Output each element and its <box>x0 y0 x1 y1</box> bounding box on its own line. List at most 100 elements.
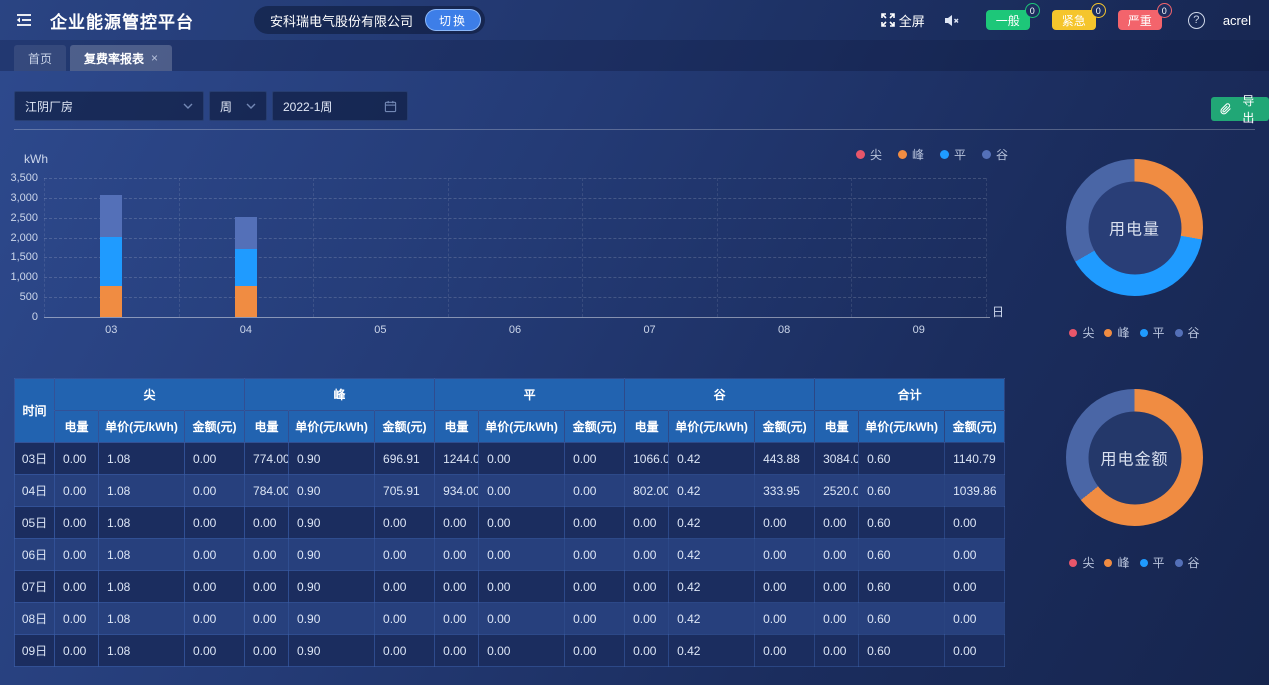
table-cell: 0.00 <box>435 539 479 571</box>
tab-1[interactable]: 复费率报表 × <box>70 45 172 71</box>
legend-item-平[interactable]: 平 <box>1140 324 1165 341</box>
donut-cost-legend: 尖峰平谷 <box>1066 554 1203 571</box>
alarm-chip-0[interactable]: 一般0 <box>986 10 1030 30</box>
legend-item-谷[interactable]: 谷 <box>982 146 1008 163</box>
export-label: 导出 <box>1237 92 1260 126</box>
calendar-icon <box>384 100 397 113</box>
y-axis-tick-label: 1,000 <box>2 271 38 283</box>
table-cell: 0.00 <box>185 507 245 539</box>
fullscreen-button[interactable]: 全屏 <box>881 11 925 30</box>
table-cell: 1.08 <box>99 475 185 507</box>
table-cell: 0.60 <box>859 571 945 603</box>
col-sub-header: 金额(元) <box>375 411 435 443</box>
legend-label: 尖 <box>870 146 882 163</box>
legend-item-尖[interactable]: 尖 <box>1069 554 1094 571</box>
alarm-chip-1[interactable]: 紧急0 <box>1052 10 1096 30</box>
switch-company-button[interactable]: 切换 <box>425 9 481 31</box>
legend-item-谷[interactable]: 谷 <box>1175 554 1200 571</box>
table-cell: 0.00 <box>245 635 289 667</box>
donut-energy-legend: 尖峰平谷 <box>1066 324 1203 341</box>
col-sub-header: 电量 <box>435 411 479 443</box>
table-cell: 0.00 <box>625 635 669 667</box>
bar-chart-x-unit: 日 <box>992 303 1004 320</box>
legend-item-平[interactable]: 平 <box>1140 554 1165 571</box>
close-tab-icon[interactable]: × <box>151 51 158 65</box>
table-cell: 0.60 <box>859 443 945 475</box>
legend-item-谷[interactable]: 谷 <box>1175 324 1200 341</box>
table-cell: 0.00 <box>245 571 289 603</box>
tab-label: 复费率报表 <box>84 50 144 67</box>
divider <box>14 129 1255 130</box>
table-cell: 0.00 <box>479 571 565 603</box>
table-cell: 934.00 <box>435 475 479 507</box>
legend-item-峰[interactable]: 峰 <box>1104 554 1129 571</box>
table-cell: 0.00 <box>565 539 625 571</box>
donut-energy-title: 用电量 <box>1088 181 1181 274</box>
alarm-count-badge: 0 <box>1025 3 1040 18</box>
bar-segment-谷 <box>100 195 122 237</box>
legend-item-峰[interactable]: 峰 <box>898 146 924 163</box>
col-group-header-谷: 谷 <box>625 379 815 411</box>
collapse-menu-icon[interactable] <box>14 10 34 30</box>
table-cell: 0.00 <box>185 603 245 635</box>
legend-label: 谷 <box>996 146 1008 163</box>
legend-label: 尖 <box>1082 554 1094 571</box>
table-cell: 1244.00 <box>435 443 479 475</box>
paperclip-icon <box>1220 103 1232 115</box>
table-cell: 0.00 <box>755 635 815 667</box>
y-axis-tick-label: 2,000 <box>2 232 38 244</box>
table-cell: 2520.00 <box>815 475 859 507</box>
table-cell: 0.00 <box>375 603 435 635</box>
legend-item-峰[interactable]: 峰 <box>1104 324 1129 341</box>
period-select-value: 周 <box>220 98 232 115</box>
table-cell: 1.08 <box>99 539 185 571</box>
time-cell: 06日 <box>15 539 55 571</box>
table-cell: 0.60 <box>859 475 945 507</box>
table-cell: 0.00 <box>375 635 435 667</box>
date-picker[interactable]: 2022-1周 <box>272 91 408 121</box>
table-cell: 0.00 <box>815 635 859 667</box>
gridline-vertical <box>44 178 45 317</box>
table-cell: 0.00 <box>815 603 859 635</box>
table-cell: 0.00 <box>625 539 669 571</box>
username[interactable]: acrel <box>1223 13 1251 28</box>
date-picker-value: 2022-1周 <box>283 98 332 115</box>
legend-item-尖[interactable]: 尖 <box>1069 324 1094 341</box>
col-sub-header: 金额(元) <box>185 411 245 443</box>
legend-dot <box>1069 559 1077 567</box>
bar-segment-平 <box>100 237 122 286</box>
table-cell: 0.00 <box>565 443 625 475</box>
table-cell: 802.00 <box>625 475 669 507</box>
filter-row: 江阴厂房 周 2022-1周 <box>14 91 408 121</box>
site-select[interactable]: 江阴厂房 <box>14 91 204 121</box>
table-cell: 0.00 <box>565 571 625 603</box>
legend-item-尖[interactable]: 尖 <box>856 146 882 163</box>
chevron-down-icon <box>183 103 193 109</box>
table-cell: 1.08 <box>99 635 185 667</box>
table-cell: 0.00 <box>375 571 435 603</box>
table-cell: 696.91 <box>375 443 435 475</box>
table-cell: 0.00 <box>435 635 479 667</box>
table-cell: 0.00 <box>245 507 289 539</box>
export-button[interactable]: 导出 <box>1211 97 1269 121</box>
header-right: 全屏 一般0 紧急0 严重0 ? acrel <box>881 10 1269 30</box>
table-row: 05日0.001.080.000.000.900.000.000.000.000… <box>15 507 1005 539</box>
legend-item-平[interactable]: 平 <box>940 146 966 163</box>
mute-icon[interactable] <box>943 13 960 28</box>
tab-0[interactable]: 首页 <box>14 45 66 71</box>
x-axis-tick-label: 08 <box>754 324 814 336</box>
table-cell: 1.08 <box>99 507 185 539</box>
legend-dot <box>898 150 907 159</box>
legend-label: 峰 <box>912 146 924 163</box>
alarm-chip-2[interactable]: 严重0 <box>1118 10 1162 30</box>
period-select[interactable]: 周 <box>209 91 267 121</box>
time-cell: 04日 <box>15 475 55 507</box>
table-cell: 0.00 <box>945 507 1005 539</box>
table-cell: 774.00 <box>245 443 289 475</box>
y-axis-tick-label: 2,500 <box>2 212 38 224</box>
table-row: 06日0.001.080.000.000.900.000.000.000.000… <box>15 539 1005 571</box>
legend-dot <box>1175 559 1183 567</box>
help-icon[interactable]: ? <box>1188 12 1205 29</box>
col-header-time: 时间 <box>15 379 55 443</box>
table-row: 09日0.001.080.000.000.900.000.000.000.000… <box>15 635 1005 667</box>
